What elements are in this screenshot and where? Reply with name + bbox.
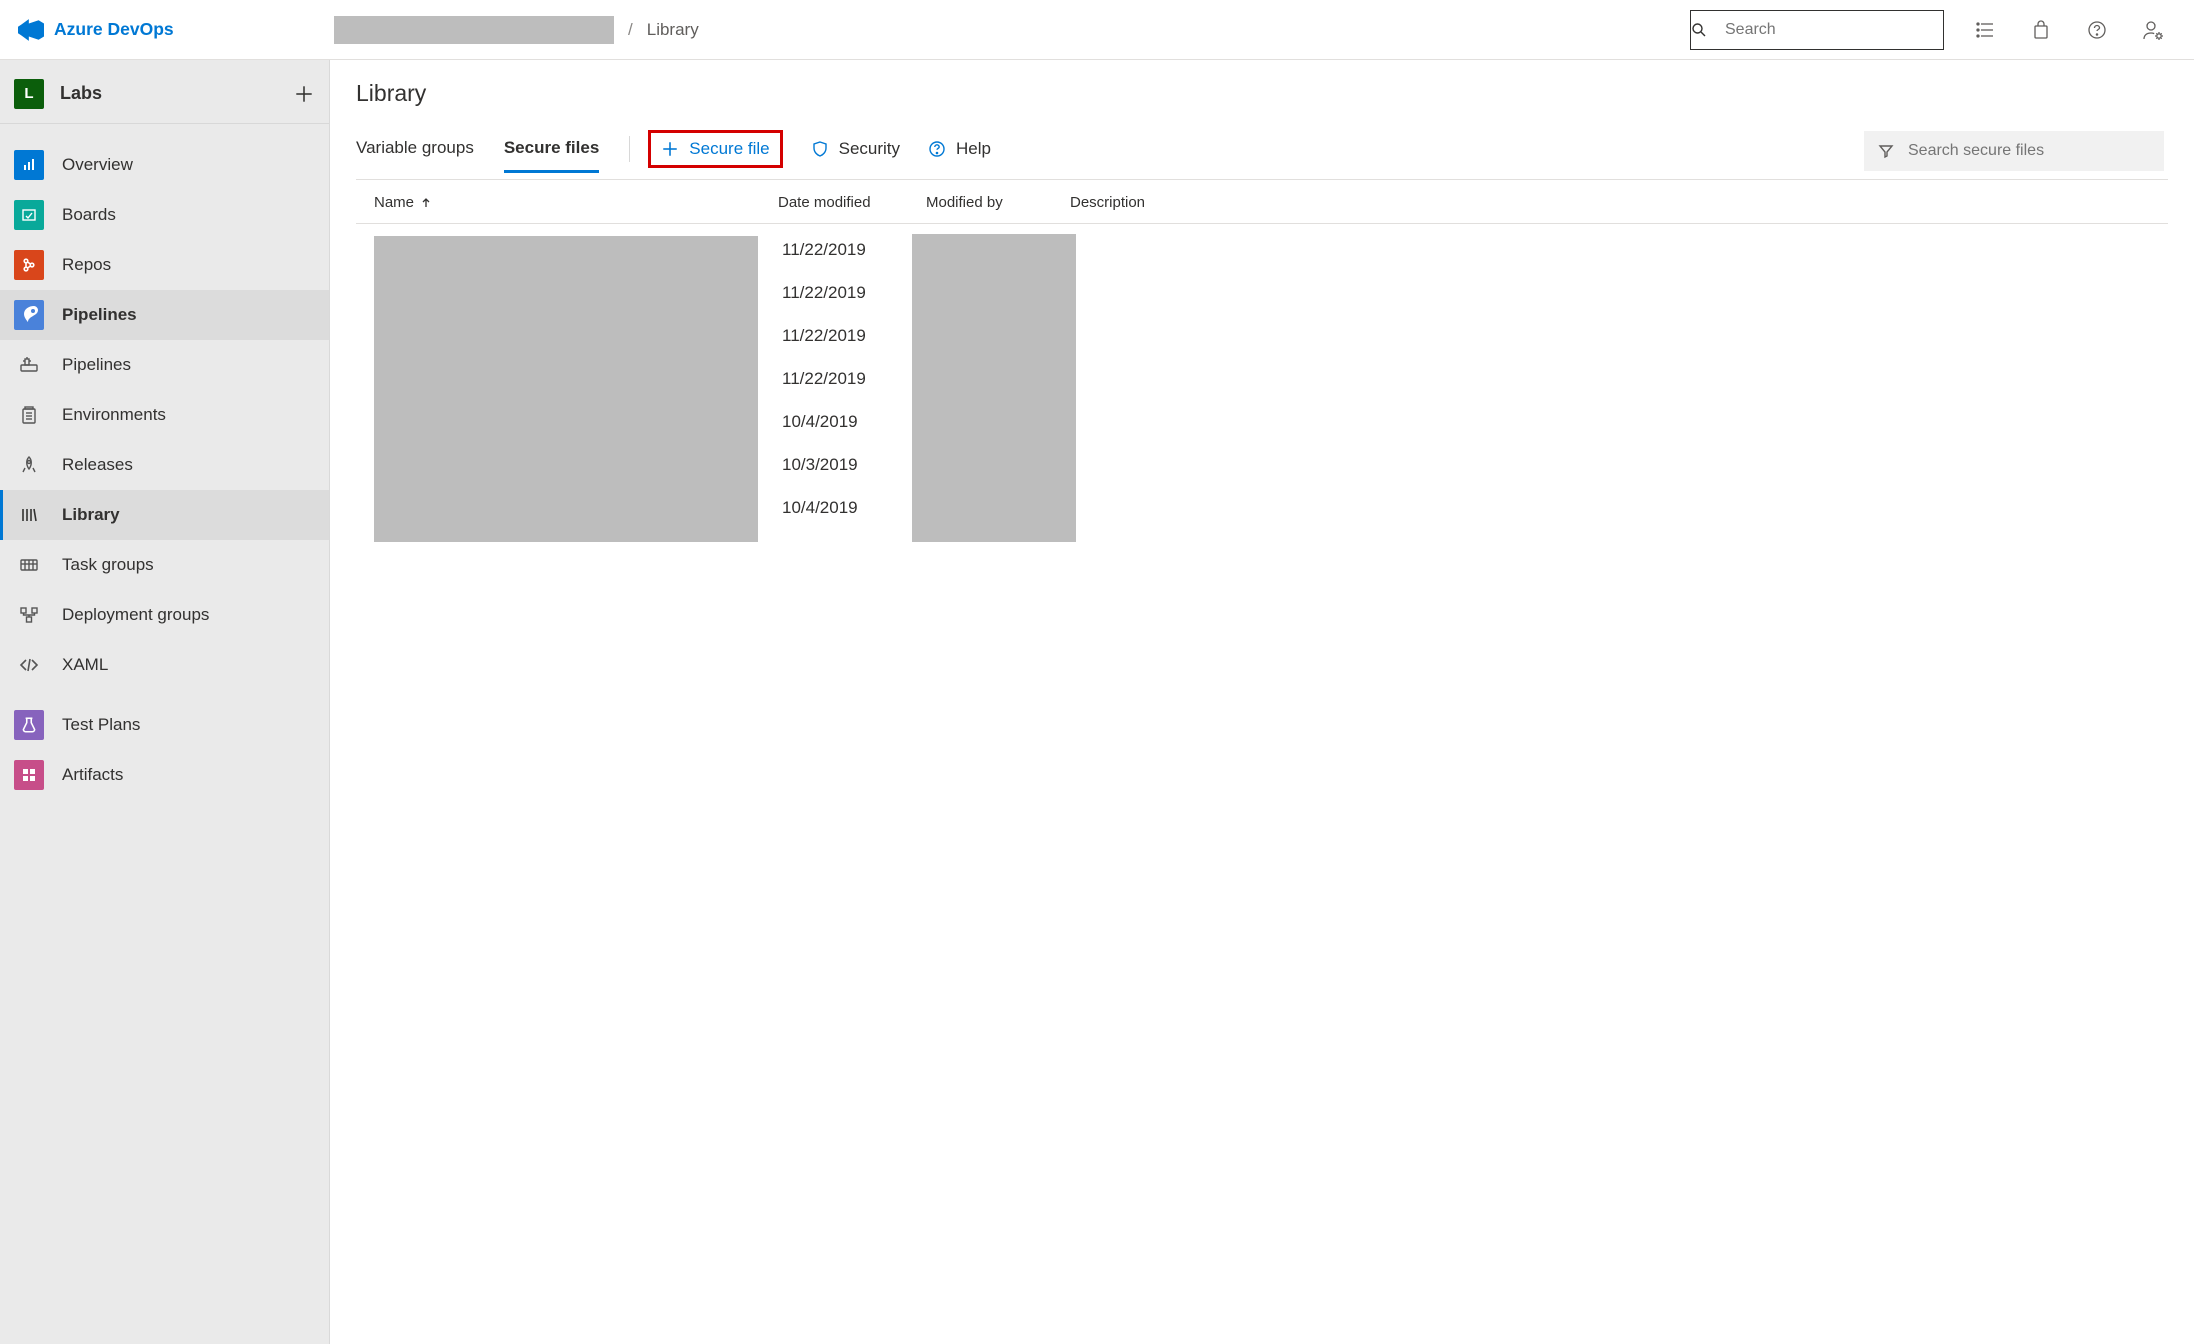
- column-header-date[interactable]: Date modified: [778, 194, 926, 211]
- xaml-icon: [14, 655, 44, 675]
- sidebar-label: Overview: [62, 155, 133, 175]
- test-plans-icon: [14, 710, 44, 740]
- environments-icon: [14, 405, 44, 425]
- pipelines-icon: [14, 300, 44, 330]
- breadcrumb-separator: /: [628, 20, 633, 40]
- breadcrumb-current[interactable]: Library: [647, 20, 699, 40]
- sidebar-label: Task groups: [62, 555, 154, 575]
- tab-secure-files[interactable]: Secure files: [504, 138, 599, 173]
- top-actions: [1974, 19, 2184, 41]
- grid-header-row: Name Date modified Modified by Descripti…: [356, 182, 2168, 224]
- add-icon[interactable]: [293, 83, 315, 105]
- marketplace-icon[interactable]: [2030, 19, 2052, 41]
- button-label: Secure file: [689, 139, 769, 159]
- help-icon[interactable]: [2086, 19, 2108, 41]
- help-button[interactable]: Help: [928, 139, 991, 171]
- pipelines-sub-icon: [14, 355, 44, 375]
- sidebar-item-overview[interactable]: Overview: [0, 140, 329, 190]
- global-search[interactable]: [1690, 10, 1944, 50]
- sidebar-sub-releases[interactable]: Releases: [0, 440, 329, 490]
- sidebar-item-repos[interactable]: Repos: [0, 240, 329, 290]
- sidebar-label: Pipelines: [62, 305, 137, 325]
- breadcrumb-org-placeholder[interactable]: [334, 16, 614, 44]
- global-search-input[interactable]: [1725, 11, 1943, 49]
- project-name: Labs: [60, 83, 293, 104]
- azure-devops-logo-icon: [18, 17, 44, 43]
- toolbar-divider: [629, 136, 630, 162]
- sidebar-item-pipelines[interactable]: Pipelines: [0, 290, 329, 340]
- sidebar-label: Pipelines: [62, 355, 131, 375]
- plus-icon: [661, 140, 679, 158]
- security-button[interactable]: Security: [811, 139, 900, 171]
- sidebar: L Labs Overview Boards Repos: [0, 60, 330, 1344]
- brand[interactable]: Azure DevOps: [10, 17, 320, 43]
- brand-name: Azure DevOps: [54, 19, 174, 40]
- grid-body: 11/22/2019 11/22/2019 11/22/2019 11/22/2…: [356, 224, 2168, 518]
- sidebar-sub-pipelines[interactable]: Pipelines: [0, 340, 329, 390]
- overview-icon: [14, 150, 44, 180]
- column-header-modified-by[interactable]: Modified by: [926, 194, 1070, 211]
- sidebar-item-boards[interactable]: Boards: [0, 190, 329, 240]
- project-tile: L: [14, 79, 44, 109]
- page-title: Library: [356, 80, 2168, 107]
- button-label: Security: [839, 139, 900, 159]
- sidebar-item-test-plans[interactable]: Test Plans: [0, 700, 329, 750]
- sidebar-sub-environments[interactable]: Environments: [0, 390, 329, 440]
- sidebar-label: Repos: [62, 255, 111, 275]
- sidebar-sub-library[interactable]: Library: [0, 490, 329, 540]
- sidebar-sub-task-groups[interactable]: Task groups: [0, 540, 329, 590]
- breadcrumb: / Library: [334, 16, 699, 44]
- sidebar-label: Releases: [62, 455, 133, 475]
- main-content: Library Variable groups Secure files Sec…: [330, 60, 2194, 1344]
- redacted-modifiedby-block: [912, 234, 1076, 542]
- project-switcher[interactable]: L Labs: [0, 64, 329, 124]
- top-header: Azure DevOps / Library: [0, 0, 2194, 60]
- library-tabs: Variable groups Secure files: [356, 138, 629, 173]
- user-settings-icon[interactable]: [2142, 19, 2164, 41]
- sidebar-item-artifacts[interactable]: Artifacts: [0, 750, 329, 800]
- button-label: Help: [956, 139, 991, 159]
- sidebar-sub-xaml[interactable]: XAML: [0, 640, 329, 690]
- filter-icon: [1878, 143, 1894, 159]
- sidebar-label: Boards: [62, 205, 116, 225]
- library-icon: [14, 505, 44, 525]
- sidebar-label: Deployment groups: [62, 605, 209, 625]
- column-header-description[interactable]: Description: [1070, 194, 2168, 211]
- artifacts-icon: [14, 760, 44, 790]
- column-header-name[interactable]: Name: [374, 194, 778, 211]
- redacted-names-block: [374, 236, 758, 542]
- task-groups-icon: [14, 555, 44, 575]
- boards-icon: [14, 200, 44, 230]
- sidebar-sub-deployment-groups[interactable]: Deployment groups: [0, 590, 329, 640]
- sidebar-label: Artifacts: [62, 765, 123, 785]
- shield-icon: [811, 140, 829, 158]
- deployment-groups-icon: [14, 605, 44, 625]
- help-circle-icon: [928, 140, 946, 158]
- library-toolbar: Variable groups Secure files Secure file…: [356, 131, 2168, 180]
- sidebar-label: Environments: [62, 405, 166, 425]
- search-icon: [1691, 22, 1725, 38]
- secure-files-grid: Name Date modified Modified by Descripti…: [330, 180, 2194, 518]
- sort-asc-icon: [420, 197, 432, 209]
- tab-variable-groups[interactable]: Variable groups: [356, 138, 474, 173]
- secure-files-filter-input[interactable]: [1908, 142, 2150, 160]
- releases-icon: [14, 455, 44, 475]
- sidebar-label: Library: [62, 505, 120, 525]
- repos-icon: [14, 250, 44, 280]
- sidebar-label: XAML: [62, 655, 108, 675]
- work-items-icon[interactable]: [1974, 19, 1996, 41]
- sidebar-label: Test Plans: [62, 715, 140, 735]
- secure-files-filter[interactable]: [1864, 131, 2164, 171]
- add-secure-file-button[interactable]: Secure file: [648, 130, 782, 168]
